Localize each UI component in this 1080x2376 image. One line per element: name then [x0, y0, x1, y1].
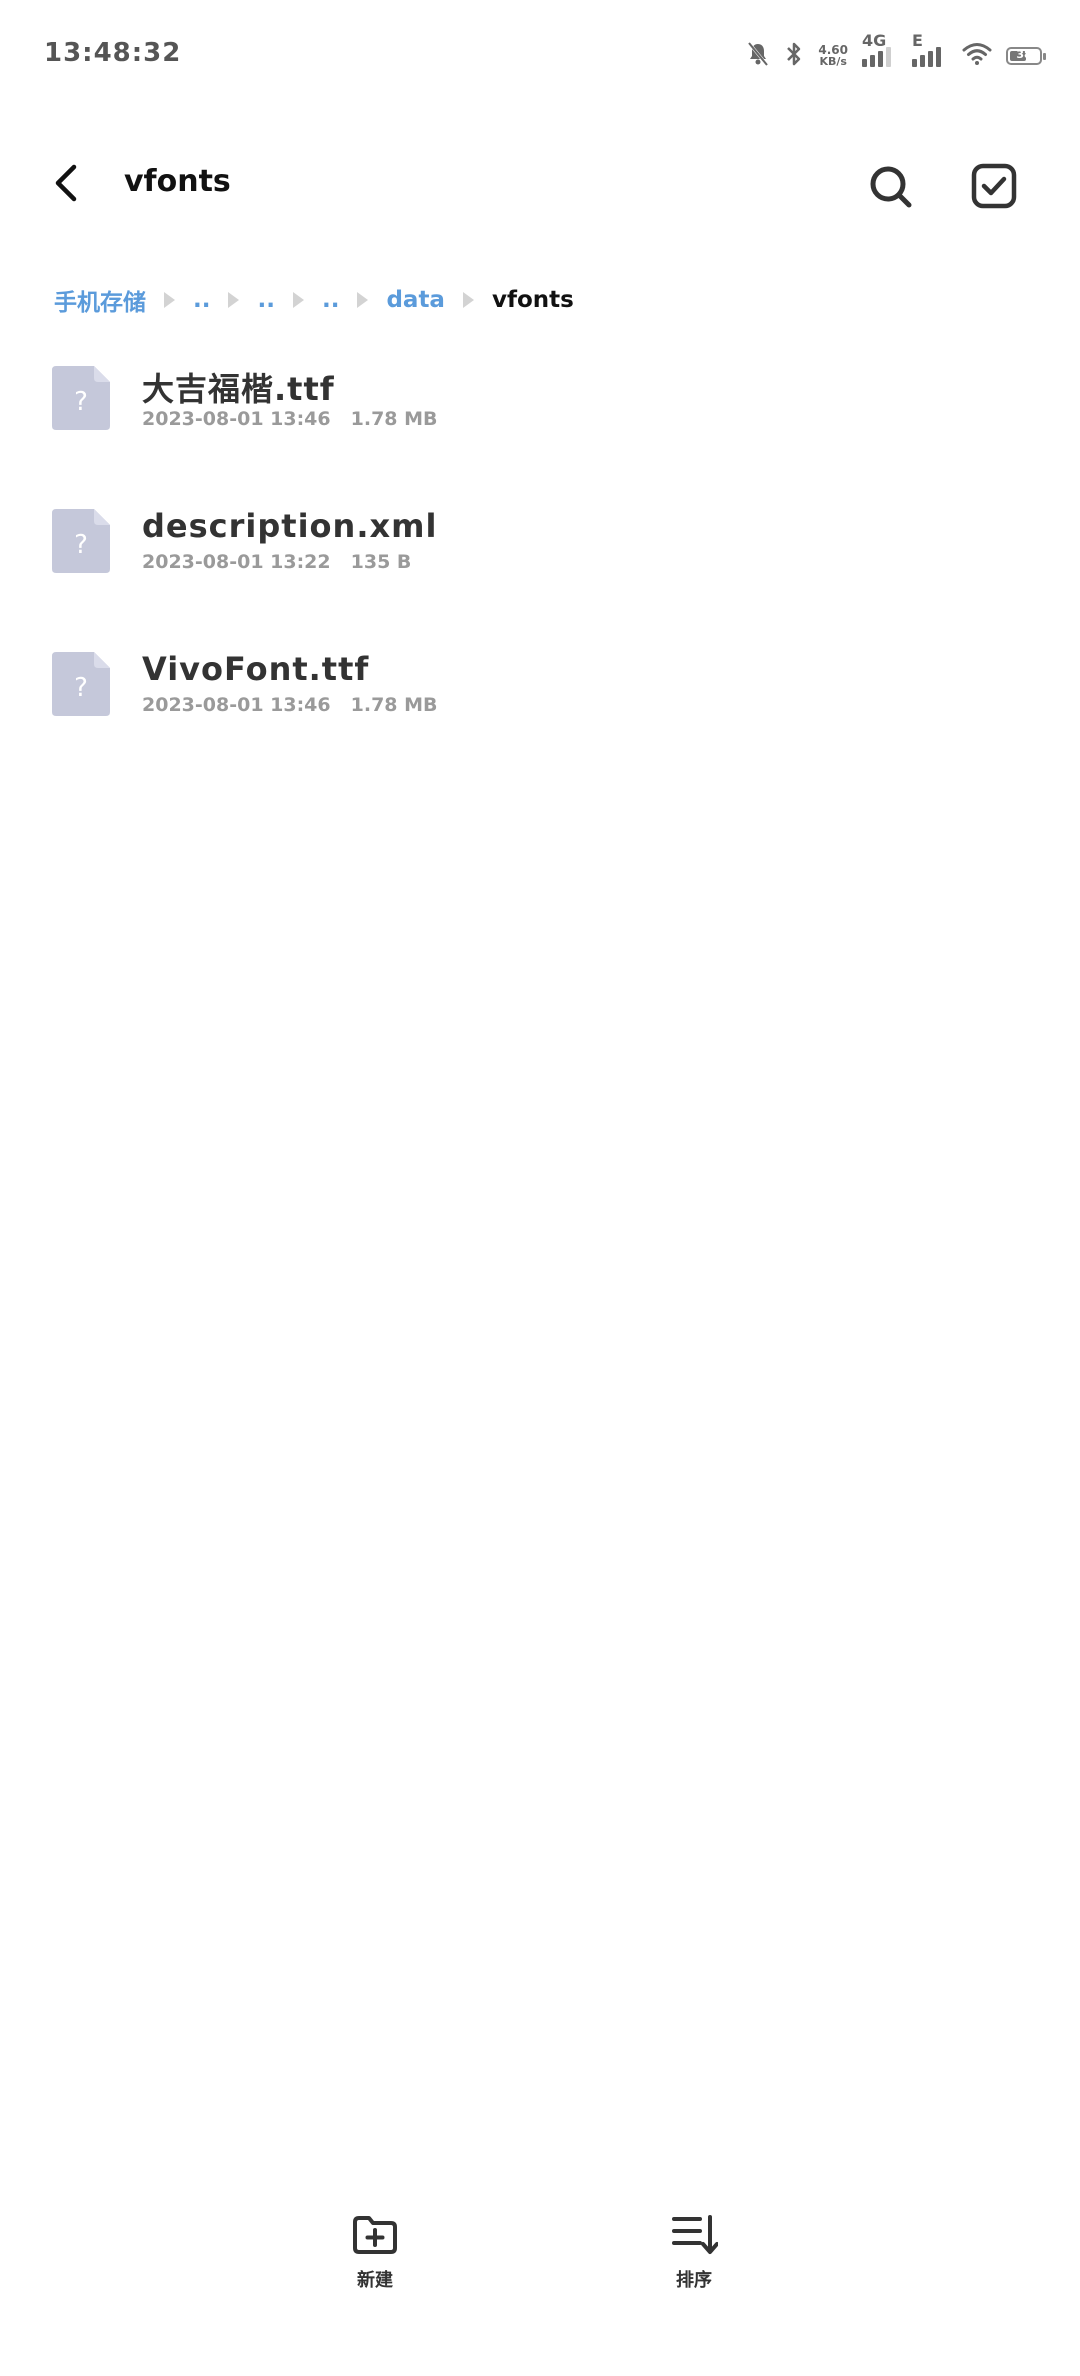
search-icon: [867, 163, 913, 213]
file-date: 2023-08-01 13:22: [142, 551, 331, 573]
file-row[interactable]: ? VivoFont.ttf 2023-08-01 13:46 1.78 MB: [0, 636, 1080, 779]
svg-text:?: ?: [74, 673, 88, 703]
sort-label: 排序: [676, 2270, 712, 2291]
new-folder-icon: [349, 2210, 401, 2260]
battery-icon: 38: [1006, 47, 1046, 65]
sort-icon: [668, 2210, 720, 2260]
page-title: vfonts: [124, 164, 231, 199]
breadcrumb-item-parent[interactable]: ..: [322, 287, 339, 313]
breadcrumb-separator-icon: [462, 292, 474, 308]
signal-icon: 4G: [862, 31, 898, 67]
search-button[interactable]: [860, 158, 920, 218]
breadcrumb-item-data[interactable]: data: [386, 287, 445, 313]
signal-icon: E: [912, 31, 948, 67]
status-time: 13:48:32: [44, 38, 182, 68]
file-size: 135 B: [350, 551, 412, 573]
net-speed: 4.60 KB/s: [818, 44, 848, 68]
mute-icon: [746, 41, 770, 71]
file-size: 1.78 MB: [350, 694, 438, 716]
breadcrumb-separator-icon: [228, 292, 240, 308]
svg-text:?: ?: [74, 387, 88, 417]
unknown-file-icon: ?: [50, 507, 112, 575]
sort-button[interactable]: 排序: [634, 2210, 754, 2320]
file-row[interactable]: ? description.xml 2023-08-01 13:22 135 B: [0, 493, 1080, 636]
file-date: 2023-08-01 13:46: [142, 408, 331, 430]
breadcrumb-separator-icon: [357, 292, 369, 308]
breadcrumb-separator-icon: [164, 292, 175, 308]
file-meta: 2023-08-01 13:46 1.78 MB: [142, 408, 438, 430]
battery-level: 38: [1016, 48, 1032, 61]
back-button[interactable]: [40, 158, 94, 212]
status-bar: 13:48:32 4.60 KB/s 4G E 38: [0, 0, 1080, 110]
file-list: ? 大吉福楷.ttf 2023-08-01 13:46 1.78 MB ? de…: [0, 350, 1080, 779]
bluetooth-icon: [784, 41, 804, 71]
breadcrumb-item-parent[interactable]: ..: [193, 287, 210, 313]
multi-select-button[interactable]: [964, 158, 1024, 218]
select-check-icon: [971, 163, 1017, 213]
app-bar: vfonts: [0, 140, 1080, 230]
breadcrumb-item-phone-storage[interactable]: 手机存储: [54, 283, 146, 317]
file-meta: 2023-08-01 13:46 1.78 MB: [142, 694, 438, 716]
bottom-toolbar: 新建 排序: [0, 2210, 1080, 2320]
back-arrow-icon: [52, 163, 82, 207]
file-date: 2023-08-01 13:46: [142, 694, 331, 716]
new-folder-label: 新建: [357, 2270, 393, 2291]
unknown-file-icon: ?: [50, 650, 112, 718]
breadcrumb-item-current: vfonts: [491, 287, 574, 313]
unknown-file-icon: ?: [50, 364, 112, 432]
signal-2-label: E: [912, 31, 923, 50]
wifi-icon: [962, 42, 992, 70]
new-folder-button[interactable]: 新建: [315, 2210, 435, 2320]
file-name: description.xml: [142, 507, 438, 545]
svg-text:?: ?: [74, 530, 88, 560]
breadcrumb-separator-icon: [292, 292, 304, 308]
file-name: 大吉福楷.ttf: [142, 370, 335, 408]
file-row[interactable]: ? 大吉福楷.ttf 2023-08-01 13:46 1.78 MB: [0, 350, 1080, 493]
status-icons: 4.60 KB/s 4G E 38: [746, 31, 1046, 76]
signal-1-label: 4G: [862, 31, 887, 50]
net-speed-unit: KB/s: [819, 55, 847, 68]
breadcrumb: 手机存储 .. .. .. data vfonts: [54, 280, 574, 320]
file-name: VivoFont.ttf: [142, 650, 370, 688]
breadcrumb-item-parent[interactable]: ..: [257, 287, 274, 313]
file-size: 1.78 MB: [350, 408, 438, 430]
file-meta: 2023-08-01 13:22 135 B: [142, 551, 411, 573]
